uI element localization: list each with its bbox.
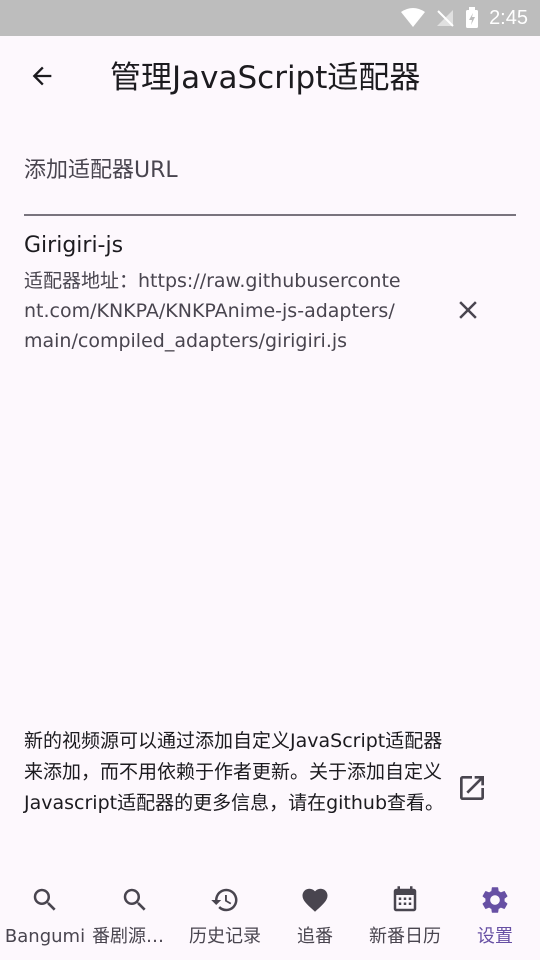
- adapter-url-input[interactable]: [24, 140, 516, 200]
- info-text: 新的视频源可以通过添加自定义JavaScript适配器来添加，而不用依赖于作者更…: [24, 730, 445, 814]
- nav-label: Bangumi: [4, 926, 86, 947]
- history-icon: [209, 884, 241, 916]
- search-icon: [29, 884, 61, 916]
- nav-item-settings[interactable]: 设置: [450, 876, 540, 960]
- nav-item-calendar[interactable]: 新番日历: [360, 876, 450, 960]
- battery-charging-icon: [465, 7, 479, 29]
- no-signal-icon: [435, 8, 455, 28]
- adapter-list-item: Girigiri-js 适配器地址：https://raw.githubuser…: [24, 228, 516, 388]
- nav-item-source-search[interactable]: 番剧源搜索: [90, 876, 180, 960]
- nav-label: 新番日历: [369, 926, 441, 947]
- status-bar: 2:45: [0, 0, 540, 36]
- calendar-icon: [389, 884, 421, 916]
- open-github-button[interactable]: [448, 766, 496, 814]
- adapter-name: Girigiri-js: [24, 233, 124, 258]
- wifi-icon: [401, 8, 426, 28]
- adapter-url: 适配器地址：https://raw.githubusercontent.com/…: [24, 270, 401, 352]
- heart-icon: [299, 884, 331, 916]
- info-block: 新的视频源可以通过添加自定义JavaScript适配器来添加，而不用依赖于作者更…: [24, 726, 516, 854]
- search-icon: [119, 884, 151, 916]
- nav-item-history[interactable]: 历史记录: [180, 876, 270, 960]
- nav-label: 设置: [477, 926, 513, 947]
- gear-icon: [479, 884, 511, 916]
- delete-adapter-button[interactable]: [444, 288, 492, 336]
- arrow-back-icon: [28, 62, 56, 94]
- open-in-new-icon: [456, 772, 488, 808]
- nav-item-bangumi[interactable]: Bangumi: [0, 876, 90, 960]
- status-time: 2:45: [489, 6, 528, 29]
- back-button[interactable]: [22, 58, 62, 98]
- nav-item-following[interactable]: 追番: [270, 876, 360, 960]
- bottom-navigation: Bangumi 番剧源搜索 历史记录 追番 新番日历 设置: [0, 876, 540, 960]
- nav-label: 追番: [297, 926, 333, 947]
- add-adapter-field: [24, 140, 516, 216]
- nav-label: 番剧源搜索: [92, 926, 178, 947]
- close-icon: [453, 295, 483, 329]
- nav-label: 历史记录: [189, 926, 261, 947]
- page-title: 管理JavaScript适配器: [110, 60, 421, 96]
- app-bar: 管理JavaScript适配器: [0, 36, 540, 120]
